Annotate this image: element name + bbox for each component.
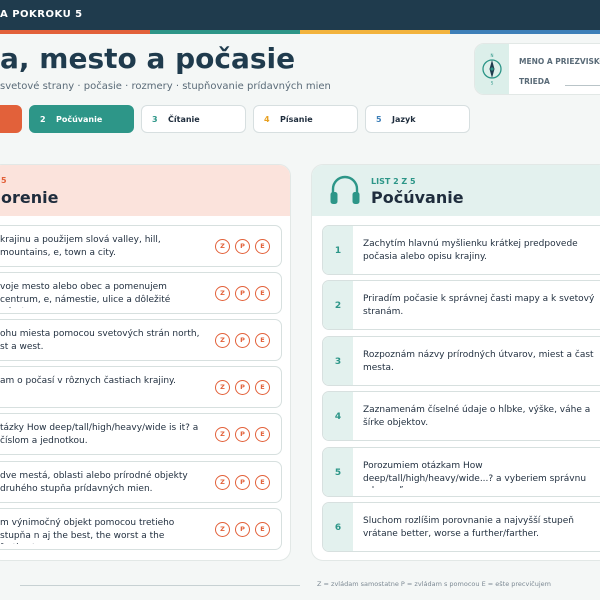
grade-option-e[interactable]: E [255, 427, 270, 442]
grade-option-e[interactable]: E [255, 522, 270, 537]
objective-number: 6 [323, 503, 353, 551]
objective-card: 4 Zaznamenám číselné údaje o hĺbke, výške… [322, 391, 600, 441]
objective-card: 2 Priradím počasie k správnej časti mapy … [322, 280, 600, 330]
tab-1[interactable] [0, 105, 22, 133]
objective-text: m výnimočný objekt pomocou tretieho stup… [0, 518, 175, 544]
grade-option-p[interactable]: P [235, 522, 250, 537]
objective-text: Zaznamenám číselné údaje o hĺbke, výške,… [363, 405, 591, 428]
footer-divider [20, 585, 300, 586]
objective-text: tázky How deep/tall/high/heavy/wide is i… [0, 423, 199, 446]
compass-icon: N S [475, 44, 509, 94]
objective-number-label: 3 [334, 357, 342, 367]
stripe-segment [450, 30, 600, 34]
grade-option-e[interactable]: E [255, 475, 270, 490]
panel-header: 5 orenie [0, 165, 290, 216]
objective-number-label: 6 [334, 523, 342, 533]
objective-number-label: 5 [334, 468, 342, 478]
objective-text: Sluchom rozlíšim porovnanie a najvyšší s… [363, 516, 574, 539]
objective-card: 3 Rozpoznám názvy prírodných útvarov, mie… [322, 336, 600, 386]
objective-number: 4 [323, 392, 353, 440]
app-title: A POKROKU 5 [0, 9, 83, 20]
objective-number-label: 2 [334, 301, 342, 311]
grade-option-z[interactable]: Z [215, 333, 230, 348]
tab-reading[interactable]: 3 Čítanie [141, 105, 246, 133]
objective-text: am o počasí v rôznych častiach krajiny. [0, 376, 176, 386]
objective-text: voje mesto alebo obec a pomenujem centru… [0, 282, 171, 308]
stripe-segment [300, 30, 450, 34]
objective-card: am o počasí v rôznych častiach krajiny. Z… [0, 366, 282, 408]
objective-card: dve mestá, oblasti alebo prírodné objekt… [0, 461, 282, 503]
panel-title: orenie [1, 188, 59, 207]
grade-option-p[interactable]: P [235, 239, 250, 254]
objective-number: 5 [323, 448, 353, 496]
objective-card: m výnimočný objekt pomocou tretieho stup… [0, 508, 282, 550]
objective-card: tázky How deep/tall/high/heavy/wide is i… [0, 413, 282, 455]
objective-number: 3 [323, 337, 353, 385]
grade-option-z[interactable]: Z [215, 380, 230, 395]
top-bar: A POKROKU 5 [0, 0, 600, 30]
grade-option-e[interactable]: E [255, 380, 270, 395]
grade-option-e[interactable]: E [255, 239, 270, 254]
panel-title: Počúvanie [371, 188, 464, 207]
grade-option-e[interactable]: E [255, 333, 270, 348]
headphones-icon [328, 172, 362, 208]
objective-card: 1 Zachytím hlavnú myšlienku krátkej predp… [322, 225, 600, 275]
speaking-panel: 5 orenie krajinu a použijem slová valley… [0, 164, 291, 561]
name-field-label: MENO A PRIEZVISKO [519, 57, 600, 66]
objective-text: dve mestá, oblasti alebo prírodné objekt… [0, 471, 188, 494]
objective-text: Zachytím hlavnú myšlienku krátkej predpo… [363, 239, 578, 262]
objective-number: 1 [323, 226, 353, 274]
grade-option-p[interactable]: P [235, 286, 250, 301]
objective-text: ohu miesta pomocou svetových strán north… [0, 329, 200, 352]
student-id-card: N S MENO A PRIEZVISKO TRIEDA [474, 43, 600, 95]
objective-text: Porozumiem otázkam How deep/tall/high/he… [363, 461, 587, 488]
objective-text: krajinu a použijem slová valley, hill, m… [0, 235, 161, 258]
svg-text:N: N [491, 53, 494, 58]
sheet-label: LIST 2 Z 5 [371, 177, 416, 186]
objective-text: Rozpoznám názvy prírodných útvarov, mies… [363, 350, 594, 373]
objective-number-label: 4 [334, 412, 342, 422]
listening-panel: LIST 2 Z 5 Počúvanie 1 Zachytím hlavnú my… [311, 164, 600, 561]
stripe-segment [150, 30, 300, 34]
objective-card: 5 Porozumiem otázkam How deep/tall/high/h… [322, 447, 600, 497]
grade-option-z[interactable]: Z [215, 475, 230, 490]
objective-number: 2 [323, 281, 353, 329]
objective-number-label: 1 [334, 246, 342, 256]
grading-legend: Z = zvládam samostatne P = zvládam s pom… [317, 580, 551, 588]
objective-card: ohu miesta pomocou svetových strán north… [0, 319, 282, 361]
stripe-segment [0, 30, 150, 34]
grade-option-z[interactable]: Z [215, 239, 230, 254]
page-title: a, mesto a počasie [0, 42, 296, 75]
grade-option-p[interactable]: P [235, 380, 250, 395]
class-field-label: TRIEDA [519, 77, 550, 86]
svg-text:S: S [491, 81, 494, 86]
panel-header: LIST 2 Z 5 Počúvanie [312, 165, 600, 216]
sheet-label: 5 [1, 176, 7, 185]
class-input-line[interactable] [565, 85, 600, 86]
grade-option-z[interactable]: Z [215, 522, 230, 537]
tab-language[interactable]: 5 Jazyk [365, 105, 470, 133]
grade-option-p[interactable]: P [235, 333, 250, 348]
objective-card: voje mesto alebo obec a pomenujem centru… [0, 272, 282, 314]
objective-card: krajinu a použijem slová valley, hill, m… [0, 225, 282, 267]
tab-listening[interactable]: 2 Počúvanie [29, 105, 134, 133]
objective-text: Priradím počasie k správnej časti mapy a… [363, 294, 595, 317]
grade-option-p[interactable]: P [235, 427, 250, 442]
objective-card: 6 Sluchom rozlíšim porovnanie a najvyšší … [322, 502, 600, 552]
page-subtitle: svetové strany · počasie · rozmery · stu… [0, 81, 331, 92]
grade-option-e[interactable]: E [255, 286, 270, 301]
tab-writing[interactable]: 4 Písanie [253, 105, 358, 133]
grade-option-z[interactable]: Z [215, 427, 230, 442]
grade-option-z[interactable]: Z [215, 286, 230, 301]
grade-option-p[interactable]: P [235, 475, 250, 490]
